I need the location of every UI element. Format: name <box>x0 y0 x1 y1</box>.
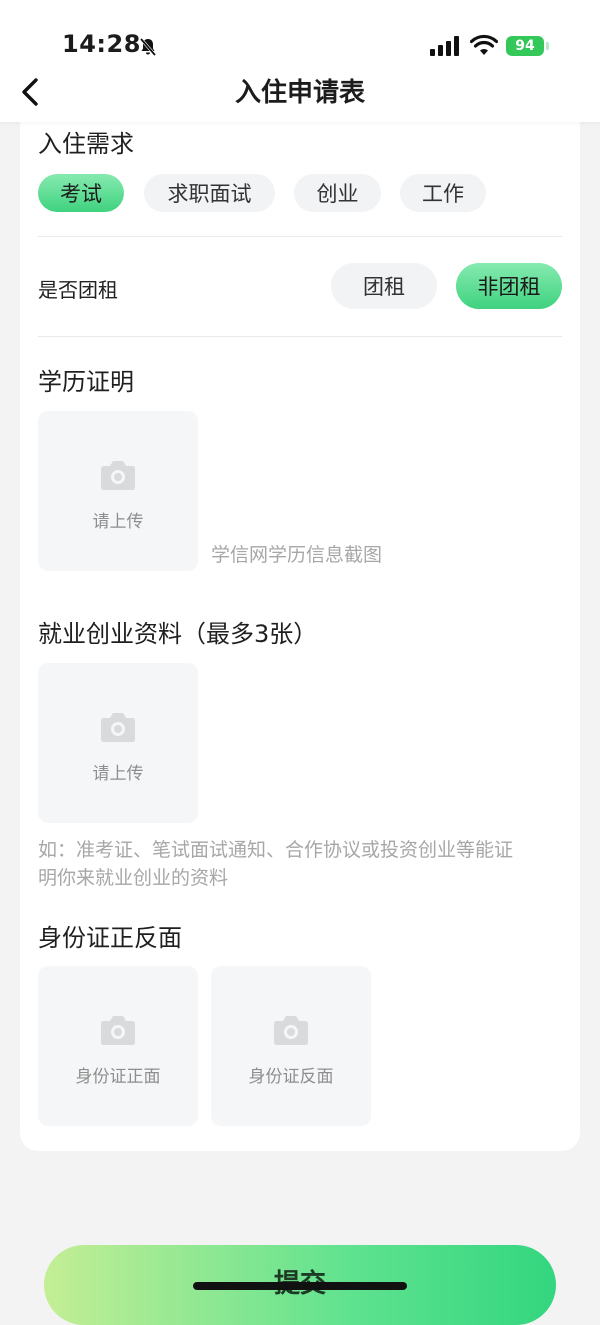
camera-icon <box>101 461 135 490</box>
wifi-icon <box>470 34 498 55</box>
bell-slash-icon <box>139 38 157 56</box>
upload-label: 请上传 <box>92 512 144 532</box>
battery-icon: 94 <box>506 36 544 56</box>
employment-hint-line1: 如：准考证、笔试面试通知、合作协议或投资创业等能证 <box>38 839 514 861</box>
group-rent-option-label: 团租 <box>363 275 405 299</box>
id-card-back-upload[interactable]: 身份证反面 <box>211 966 371 1126</box>
needs-option-startup[interactable]: 创业 <box>294 174 381 212</box>
home-indicator <box>193 1282 407 1290</box>
form-card: 入住需求 考试 求职面试 创业 工作 是否团租 团租 非团租 学历证明 请上传 … <box>20 96 580 1151</box>
needs-option-label: 考试 <box>60 182 102 206</box>
group-rent-option-label: 非团租 <box>477 275 541 299</box>
employment-upload[interactable]: 请上传 <box>38 663 198 823</box>
camera-icon <box>274 1016 308 1045</box>
education-hint: 学信网学历信息截图 <box>211 544 383 566</box>
needs-option-label: 创业 <box>316 182 359 206</box>
group-rent-option-no[interactable]: 非团租 <box>456 263 562 309</box>
camera-icon <box>101 713 135 742</box>
status-bar: 14:28 94 <box>0 0 600 70</box>
needs-option-exam[interactable]: 考试 <box>38 174 124 212</box>
needs-option-label: 求职面试 <box>167 182 252 206</box>
needs-option-interview[interactable]: 求职面试 <box>144 174 275 212</box>
camera-icon <box>101 1016 135 1045</box>
signal-icon <box>430 36 459 56</box>
group-rent-option-yes[interactable]: 团租 <box>331 263 437 309</box>
education-title: 学历证明 <box>38 368 134 396</box>
submit-label: 提交 <box>274 1263 326 1325</box>
employment-title: 就业创业资料（最多3张） <box>38 620 318 648</box>
page-title: 入住申请表 <box>234 78 365 108</box>
needs-title: 入住需求 <box>38 130 134 158</box>
needs-option-work[interactable]: 工作 <box>400 174 486 212</box>
status-time: 14:28 <box>62 30 141 58</box>
needs-option-label: 工作 <box>422 182 464 206</box>
upload-label: 身份证反面 <box>248 1067 334 1087</box>
divider <box>38 236 562 237</box>
nav-bar: 入住申请表 <box>0 70 600 122</box>
id-card-front-upload[interactable]: 身份证正面 <box>38 966 198 1126</box>
upload-label: 身份证正面 <box>75 1067 161 1087</box>
id-card-title: 身份证正反面 <box>38 924 182 952</box>
battery-nub <box>546 42 549 50</box>
upload-label: 请上传 <box>92 764 144 784</box>
group-rent-label: 是否团租 <box>38 278 118 302</box>
battery-level: 94 <box>515 38 535 54</box>
employment-hint-line2: 明你来就业创业的资料 <box>38 867 229 889</box>
divider <box>38 336 562 337</box>
education-upload[interactable]: 请上传 <box>38 411 198 571</box>
